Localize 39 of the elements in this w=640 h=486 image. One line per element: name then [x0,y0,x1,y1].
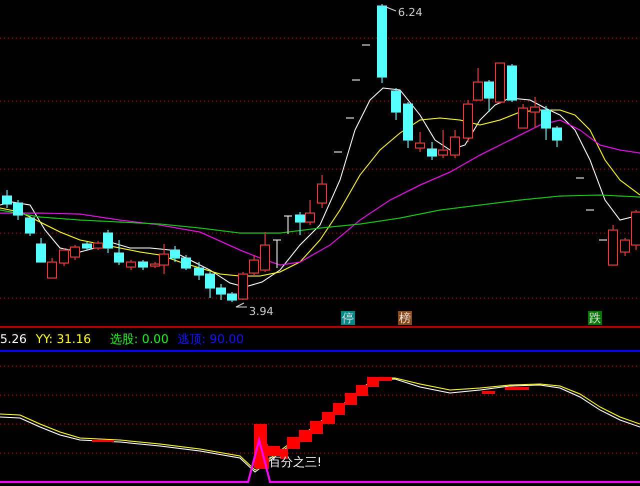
indicator-reading: 5.26 [0,331,27,348]
candlestick [36,238,46,262]
low-price-label: 3.94 [236,302,274,318]
candlestick [59,248,69,266]
signal-marker: 停 [341,311,355,325]
candlestick [2,190,12,208]
candlestick [450,130,460,158]
candlestick [138,260,148,270]
indicator-reading: 逃顶: 90.00 [178,331,244,348]
candlestick [114,240,124,266]
candlestick [295,212,305,236]
candlestick [403,102,413,148]
candlestick [25,216,35,236]
signal-marker: 榜 [398,311,412,325]
candlestick [463,100,473,142]
candlestick [317,174,327,208]
candlestick [47,258,57,278]
candlestick [82,242,92,250]
indicator-reading: 选股: 0.00 [110,331,169,348]
candlestick [415,132,425,152]
candlestick [305,200,315,226]
signal-marker: 跌 [588,311,602,325]
candlestick [391,88,401,120]
candlestick [13,200,23,220]
candlestick [194,262,204,280]
candlestick [70,244,80,260]
candlestick [126,260,136,270]
candlestick [484,80,494,112]
candlestick [181,254,191,270]
price-tick [362,44,370,46]
candlestick [530,96,540,128]
doji-candlestick [284,216,292,234]
high-price-label: 6.24 [386,6,422,19]
candlestick [495,62,505,104]
candlestick [608,224,618,266]
doji-candlestick [272,240,282,268]
callout-text: 百分之三! [269,455,322,469]
indicator-reading: YY: 31.16 [36,331,91,348]
candlestick [473,68,483,100]
